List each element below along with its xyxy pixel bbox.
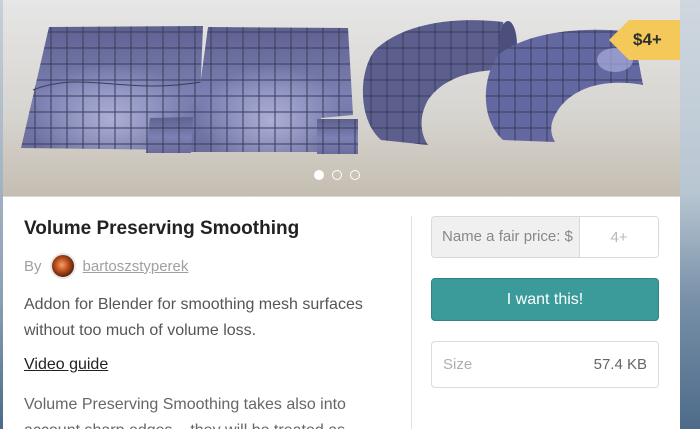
i-want-this-button[interactable]: I want this! bbox=[431, 278, 659, 321]
carousel-dot-3[interactable] bbox=[350, 170, 360, 180]
product-description: Addon for Blender for smoothing mesh sur… bbox=[24, 296, 363, 339]
carousel-dot-1[interactable] bbox=[314, 170, 324, 180]
product-image-carousel[interactable]: $4+ bbox=[3, 0, 680, 196]
by-label: By bbox=[24, 257, 42, 275]
price-tag-badge: $4+ bbox=[609, 20, 680, 60]
video-guide-link[interactable]: Video guide bbox=[24, 356, 108, 374]
carousel-dot-2[interactable] bbox=[332, 170, 342, 180]
price-label: Name a fair price: $ bbox=[432, 217, 580, 257]
background-right bbox=[679, 0, 700, 429]
author-avatar[interactable] bbox=[49, 253, 76, 279]
price-tag-label: $4+ bbox=[633, 30, 662, 49]
column-separator bbox=[411, 216, 412, 429]
size-label: Size bbox=[443, 356, 473, 373]
file-size-box: Size 57.4 KB bbox=[431, 341, 659, 388]
product-title: Volume Preserving Smoothing bbox=[24, 218, 300, 239]
size-value: 57.4 KB bbox=[593, 356, 647, 373]
fair-price-field: Name a fair price: $ bbox=[431, 216, 659, 258]
price-input[interactable] bbox=[580, 217, 658, 257]
hero-divider bbox=[3, 196, 680, 197]
product-body-text: Volume Preserving Smoothing takes also i… bbox=[24, 396, 346, 429]
author-link[interactable]: bartoszstyperek bbox=[83, 258, 189, 275]
product-card: $4+ Volume Preserving Smoothing By barto… bbox=[3, 0, 680, 429]
author-byline: By bartoszstyperek bbox=[24, 252, 188, 280]
carousel-dots bbox=[314, 167, 368, 180]
